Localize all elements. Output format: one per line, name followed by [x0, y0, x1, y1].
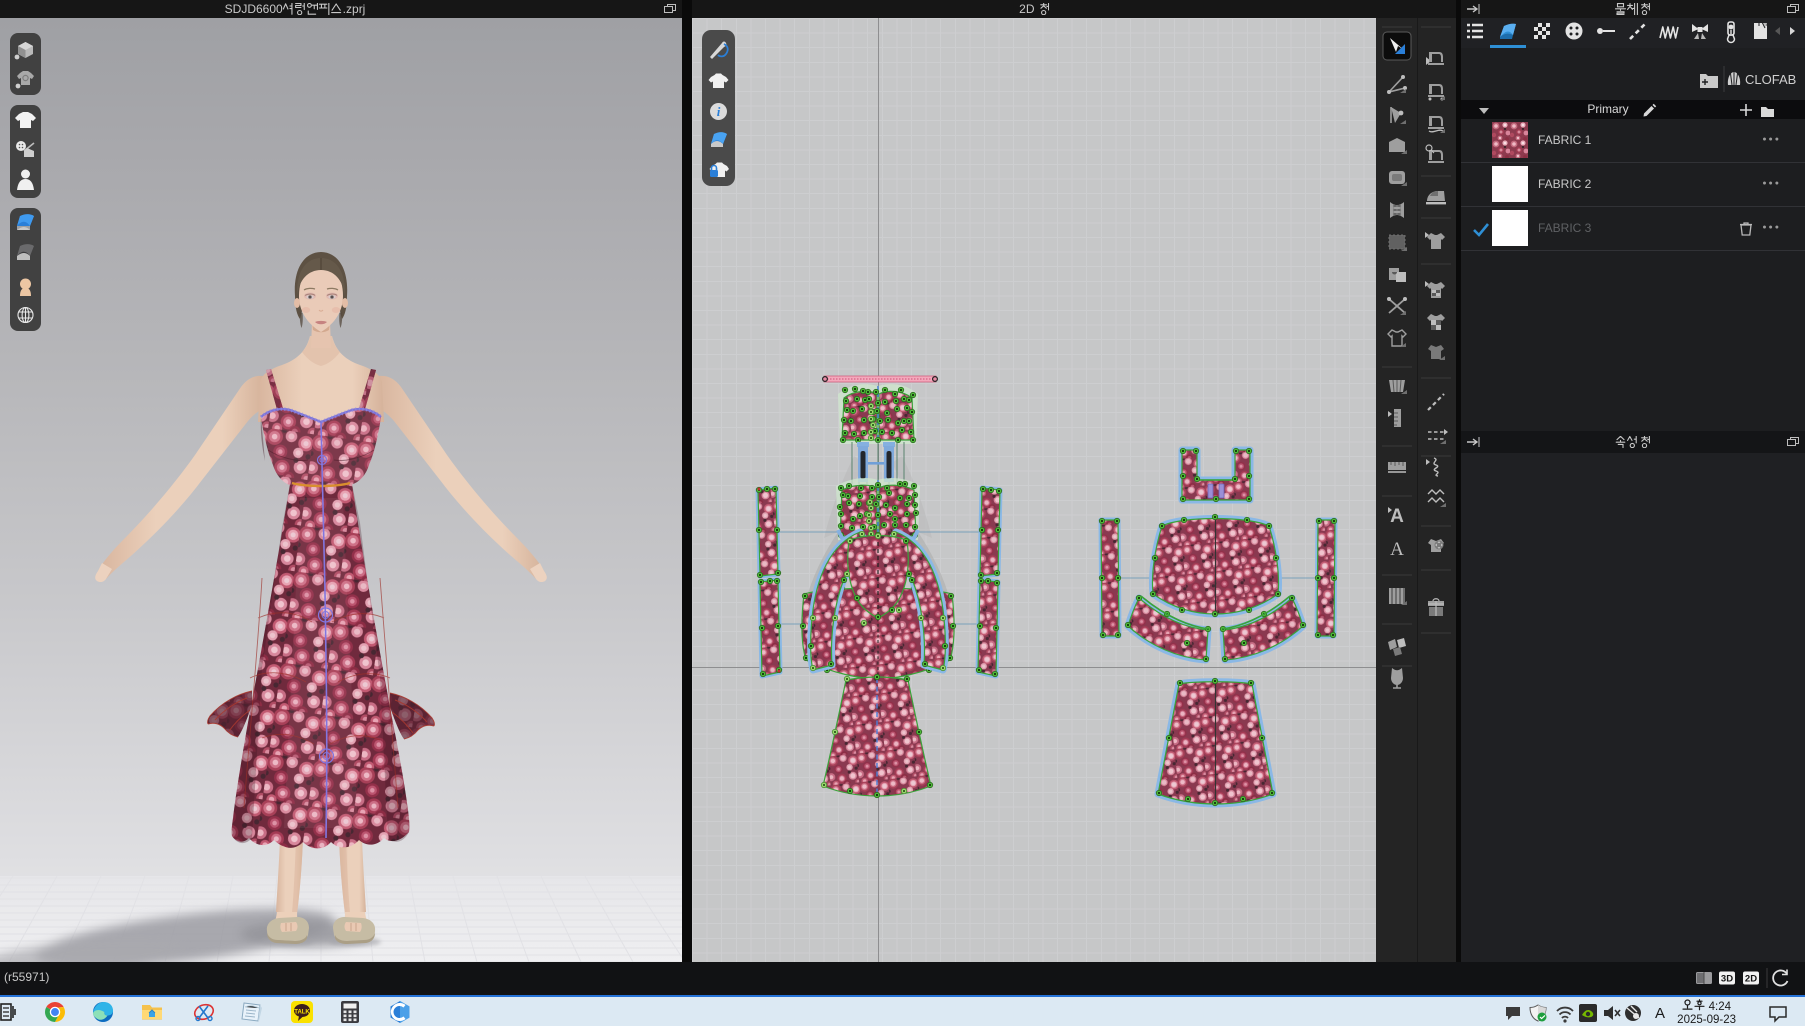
svg-text:2025-09-23: 2025-09-23	[1677, 1014, 1736, 1026]
svg-text:A: A	[1655, 1005, 1665, 1022]
svg-text:2D: 2D	[1745, 974, 1757, 985]
svg-text:TALK: TALK	[294, 1010, 310, 1016]
svg-text:A: A	[1390, 539, 1404, 560]
svg-text:i: i	[717, 104, 721, 119]
svg-text:3D: 3D	[1721, 974, 1733, 985]
svg-text:A: A	[1390, 506, 1404, 527]
svg-text:CLOFAB: CLOFAB	[1745, 72, 1796, 87]
svg-text:4:24: 4:24	[1709, 1001, 1732, 1013]
